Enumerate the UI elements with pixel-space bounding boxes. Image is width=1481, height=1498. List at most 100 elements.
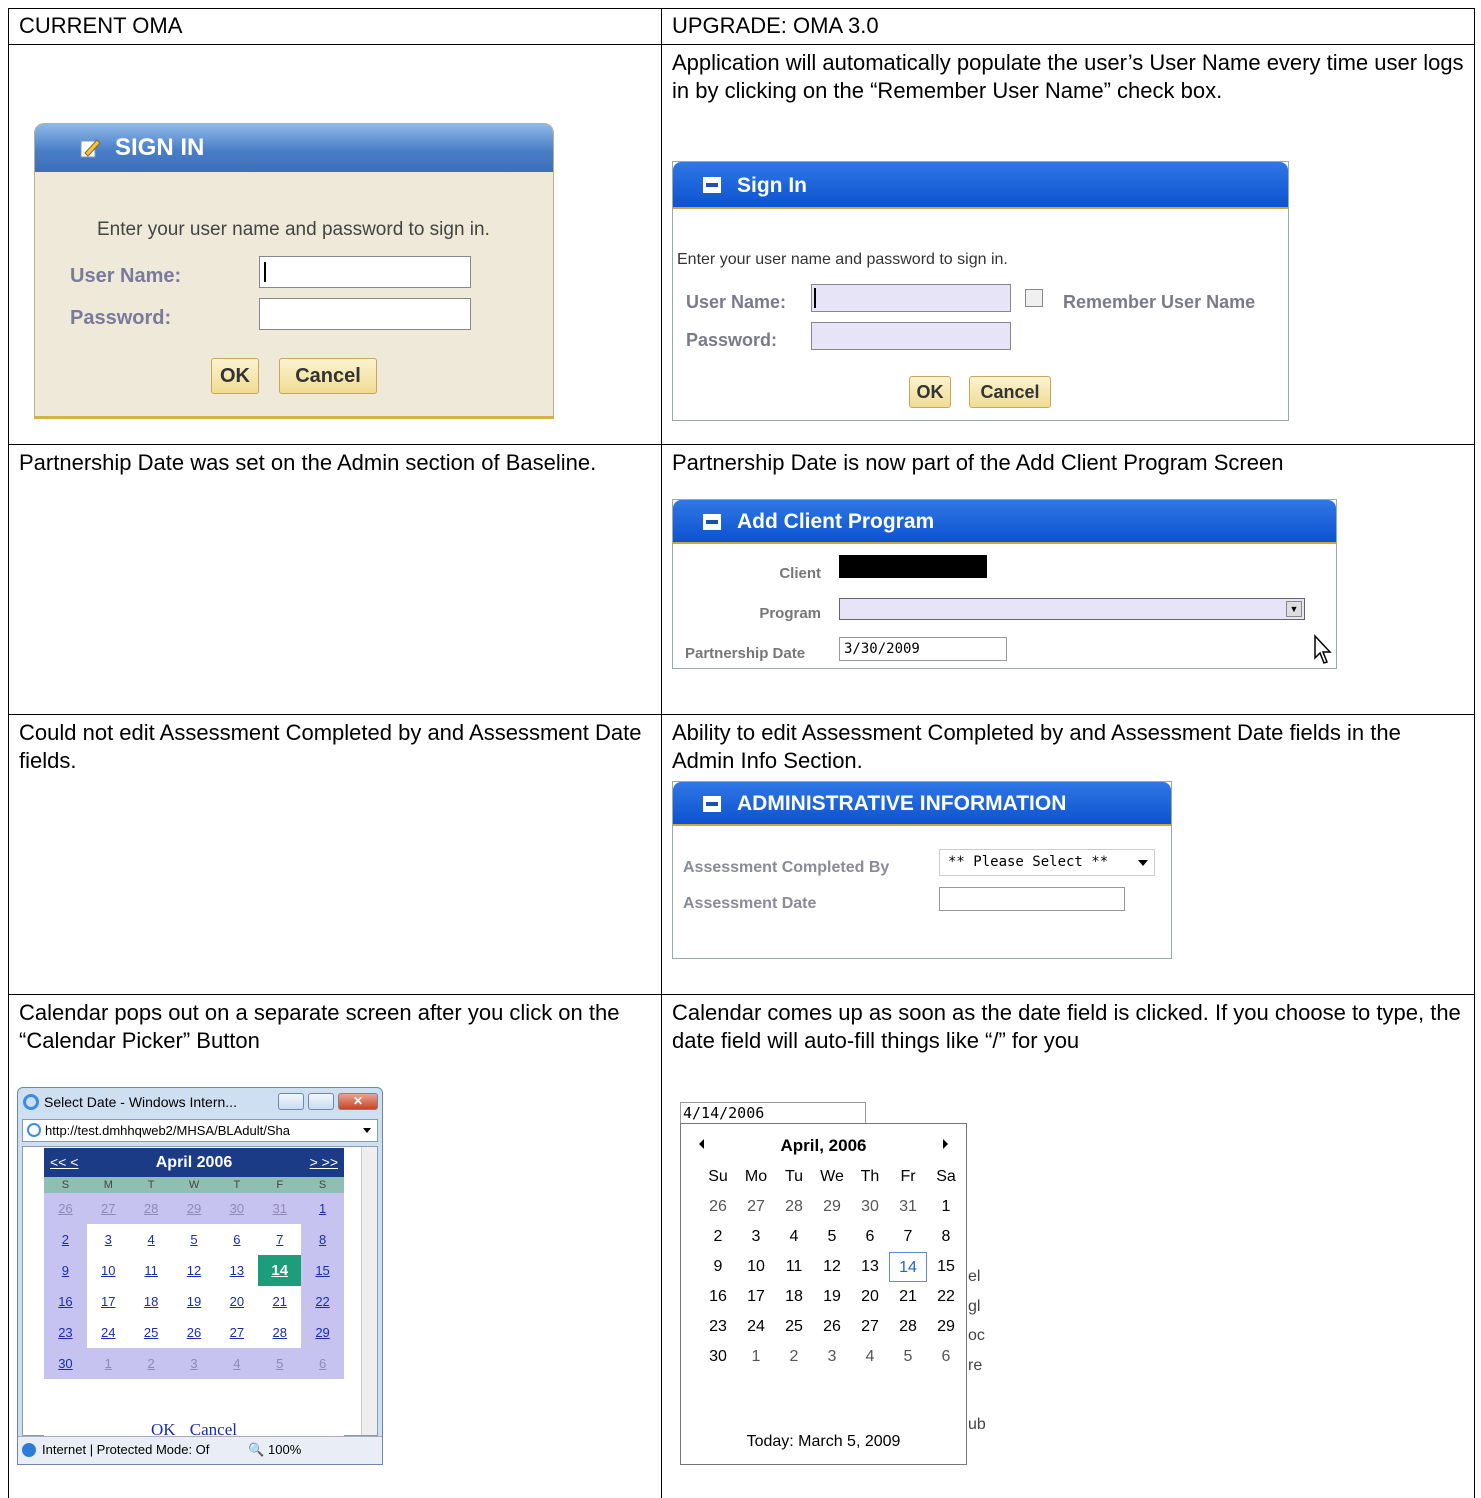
calendar-day[interactable]: 18 <box>775 1282 813 1312</box>
chevron-down-icon[interactable]: ▼ <box>1286 601 1302 617</box>
calendar-day[interactable]: 26 <box>44 1193 87 1224</box>
calendar-day[interactable]: 8 <box>927 1222 965 1252</box>
new-cancel-button[interactable]: Cancel <box>969 376 1051 408</box>
calendar-day[interactable]: 30 <box>44 1348 87 1379</box>
partnership-date-input[interactable]: 3/30/2009 <box>839 637 1007 661</box>
calendar-day[interactable]: 26 <box>699 1192 737 1222</box>
calendar-day[interactable]: 7 <box>889 1222 927 1252</box>
zoom-level[interactable]: 100% <box>268 1437 301 1463</box>
calendar-day[interactable]: 29 <box>927 1312 965 1342</box>
calendar-day[interactable]: 25 <box>775 1312 813 1342</box>
chevron-down-icon[interactable] <box>363 1128 371 1133</box>
calendar-day[interactable]: 27 <box>87 1193 130 1224</box>
minimize-button[interactable] <box>278 1093 304 1110</box>
program-select[interactable]: ▼ <box>839 598 1305 620</box>
new-username-input[interactable] <box>811 284 1011 312</box>
calendar-day[interactable]: 18 <box>129 1286 173 1317</box>
calendar-day[interactable]: 8 <box>301 1224 344 1255</box>
calendar-day[interactable]: 29 <box>813 1192 851 1222</box>
old-ok-button[interactable]: OK <box>211 358 259 394</box>
calendar-day[interactable]: 29 <box>173 1193 216 1224</box>
calendar-day[interactable]: 31 <box>258 1193 301 1224</box>
calendar-day[interactable]: 26 <box>813 1312 851 1342</box>
calendar-day[interactable]: 10 <box>86 1255 130 1286</box>
collapse-icon[interactable] <box>703 514 721 530</box>
calendar-day[interactable]: 22 <box>301 1286 344 1317</box>
calendar-day[interactable]: 15 <box>301 1255 344 1286</box>
calendar-day[interactable]: 26 <box>172 1317 216 1348</box>
calendar-day[interactable]: 7 <box>258 1224 302 1255</box>
collapse-icon[interactable] <box>703 177 721 193</box>
calendar-day[interactable]: 23 <box>699 1312 737 1342</box>
assessment-completed-by-select[interactable]: ** Please Select ** <box>939 849 1155 876</box>
old-password-input[interactable] <box>259 298 471 330</box>
calendar-day[interactable]: 21 <box>889 1282 927 1312</box>
calendar-day[interactable]: 30 <box>699 1342 737 1372</box>
new-password-input[interactable] <box>811 322 1011 350</box>
calendar-day[interactable]: 13 <box>851 1252 889 1282</box>
calendar-day[interactable]: 3 <box>173 1348 216 1379</box>
calendar-day[interactable]: 5 <box>258 1348 301 1379</box>
calendar-day[interactable]: 14 <box>258 1255 302 1286</box>
today-label[interactable]: Today: March 5, 2009 <box>681 1428 966 1456</box>
calendar-day[interactable]: 4 <box>851 1342 889 1372</box>
next-month-icon[interactable] <box>943 1139 948 1149</box>
calendar-day[interactable]: 1 <box>927 1192 965 1222</box>
assessment-date-input[interactable] <box>939 887 1125 911</box>
calendar-day[interactable]: 24 <box>86 1317 130 1348</box>
calendar-day[interactable]: 6 <box>927 1342 965 1372</box>
calendar-day[interactable]: 25 <box>129 1317 173 1348</box>
calendar-day[interactable]: 4 <box>215 1348 258 1379</box>
calendar-day[interactable]: 13 <box>215 1255 259 1286</box>
calendar-day[interactable]: 10 <box>737 1252 775 1282</box>
calendar-day[interactable]: 21 <box>258 1286 302 1317</box>
calendar-next-links[interactable]: > >> <box>310 1148 338 1177</box>
calendar-day[interactable]: 11 <box>129 1255 173 1286</box>
calendar-day[interactable]: 20 <box>215 1286 259 1317</box>
calendar-day[interactable]: 12 <box>172 1255 216 1286</box>
calendar-day[interactable]: 17 <box>86 1286 130 1317</box>
calendar-day[interactable]: 6 <box>301 1348 344 1379</box>
calendar-day[interactable]: 30 <box>215 1193 258 1224</box>
calendar-day[interactable]: 29 <box>301 1317 344 1348</box>
calendar-day[interactable]: 4 <box>129 1224 173 1255</box>
calendar-day[interactable]: 22 <box>927 1282 965 1312</box>
maximize-button[interactable] <box>308 1093 334 1110</box>
calendar-day[interactable]: 17 <box>737 1282 775 1312</box>
calendar-day[interactable]: 15 <box>927 1252 965 1282</box>
calendar-day[interactable]: 20 <box>851 1282 889 1312</box>
calendar-day[interactable]: 2 <box>699 1222 737 1252</box>
calendar-day[interactable]: 9 <box>44 1255 87 1286</box>
calendar-day[interactable]: 16 <box>44 1286 87 1317</box>
calendar-day[interactable]: 28 <box>130 1193 173 1224</box>
calendar-day[interactable]: 14 <box>889 1252 927 1282</box>
calendar-day[interactable]: 6 <box>215 1224 259 1255</box>
calendar-day[interactable]: 11 <box>775 1252 813 1282</box>
close-button[interactable]: ✕ <box>338 1093 378 1110</box>
calendar-day[interactable]: 28 <box>258 1317 302 1348</box>
calendar-day[interactable]: 4 <box>775 1222 813 1252</box>
calendar-day[interactable]: 3 <box>813 1342 851 1372</box>
calendar-day[interactable]: 27 <box>737 1192 775 1222</box>
calendar-day[interactable]: 3 <box>737 1222 775 1252</box>
calendar-day[interactable]: 3 <box>86 1224 130 1255</box>
new-ok-button[interactable]: OK <box>909 376 951 408</box>
calendar-day[interactable]: 16 <box>699 1282 737 1312</box>
calendar-day[interactable]: 9 <box>699 1252 737 1282</box>
vertical-scrollbar[interactable] <box>361 1147 377 1435</box>
calendar-day[interactable]: 23 <box>44 1317 87 1348</box>
calendar-day[interactable]: 19 <box>813 1282 851 1312</box>
old-cancel-button[interactable]: Cancel <box>279 358 377 394</box>
calendar-day[interactable]: 31 <box>889 1192 927 1222</box>
calendar-day[interactable]: 28 <box>889 1312 927 1342</box>
calendar-day[interactable]: 28 <box>775 1192 813 1222</box>
calendar-day[interactable]: 19 <box>172 1286 216 1317</box>
date-input[interactable]: 4/14/2006 <box>680 1102 866 1124</box>
calendar-day[interactable]: 5 <box>172 1224 216 1255</box>
calendar-day[interactable]: 5 <box>813 1222 851 1252</box>
calendar-day[interactable]: 1 <box>87 1348 130 1379</box>
remember-username-checkbox[interactable] <box>1025 289 1043 307</box>
old-username-input[interactable] <box>259 256 471 288</box>
collapse-icon[interactable] <box>703 796 721 812</box>
calendar-day[interactable]: 12 <box>813 1252 851 1282</box>
